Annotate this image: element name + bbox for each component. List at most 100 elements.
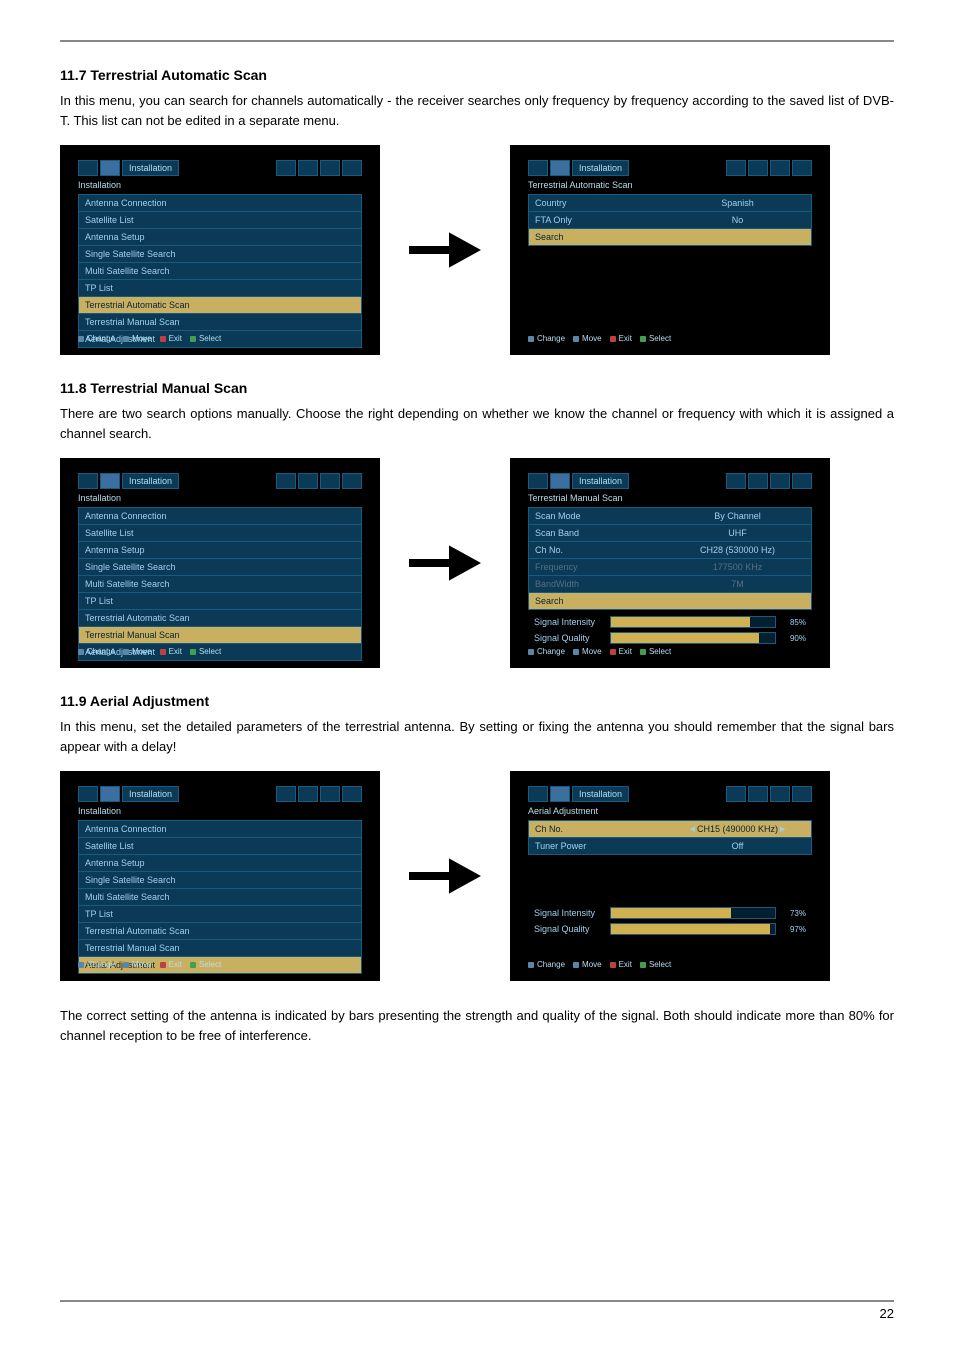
settings-list: Country Spanish FTA Only No Search	[528, 194, 812, 246]
tab-icon	[726, 160, 746, 176]
menu-item[interactable]: Multi Satellite Search	[79, 576, 361, 593]
tab-icon	[726, 786, 746, 802]
panel-header: Aerial Adjustment	[528, 804, 812, 818]
settings-list: Scan ModeBy Channel Scan BandUHF Ch No.C…	[528, 507, 812, 610]
tab-icon	[276, 473, 296, 489]
setting-row[interactable]: Scan ModeBy Channel	[529, 508, 811, 525]
tab-icon	[770, 160, 790, 176]
menu-item-selected[interactable]: Terrestrial Automatic Scan	[79, 297, 361, 314]
menu-item[interactable]: Terrestrial Manual Scan	[79, 314, 361, 331]
menu-item[interactable]: Antenna Connection	[79, 821, 361, 838]
tuner-power-row[interactable]: Tuner Power Off	[529, 838, 811, 854]
setting-row[interactable]: Ch No.CH28 (530000 Hz)	[529, 542, 811, 559]
tab-icon-selected	[100, 473, 120, 489]
tab-icon	[792, 160, 812, 176]
footer-hints: Change Move Exit Select	[528, 334, 812, 343]
paragraph-11-9-b: The correct setting of the antenna is in…	[60, 1006, 894, 1045]
menu-item[interactable]: Satellite List	[79, 212, 361, 229]
tab-icon	[320, 786, 340, 802]
menu-item[interactable]: Single Satellite Search	[79, 559, 361, 576]
window-title: Installation	[572, 473, 629, 489]
setting-row[interactable]: Scan BandUHF	[529, 525, 811, 542]
tab-icon	[298, 160, 318, 176]
menu-item[interactable]: Single Satellite Search	[79, 872, 361, 889]
footer-hints: Change Move Exit Select	[528, 647, 812, 656]
menu-list: Antenna Connection Satellite List Antenn…	[78, 820, 362, 974]
panel-header: Installation	[78, 804, 362, 818]
window-title: Installation	[122, 786, 179, 802]
tab-icon	[748, 160, 768, 176]
tab-icon	[78, 473, 98, 489]
settings-list: Ch No. ◀ CH15 (490000 KHz) ▶ Tuner Power…	[528, 820, 812, 855]
setting-row[interactable]: Country Spanish	[529, 195, 811, 212]
menu-item[interactable]: Terrestrial Automatic Scan	[79, 610, 361, 627]
arrow-right-icon	[400, 220, 490, 280]
menu-item-selected[interactable]: Terrestrial Manual Scan	[79, 627, 361, 644]
heading-11-8: 11.8 Terrestrial Manual Scan	[60, 380, 894, 396]
tab-icon-selected	[100, 160, 120, 176]
menu-item[interactable]: Multi Satellite Search	[79, 263, 361, 280]
screenshot-installation-auto: Installation Installation Antenna Connec…	[60, 145, 380, 355]
menu-item[interactable]: TP List	[79, 280, 361, 297]
tab-icon	[78, 786, 98, 802]
menu-item[interactable]: Antenna Setup	[79, 542, 361, 559]
screenshot-aerial-adjust: Installation Aerial Adjustment Ch No. ◀ …	[510, 771, 830, 981]
paragraph-11-7: In this menu, you can search for channel…	[60, 91, 894, 130]
heading-11-7: 11.7 Terrestrial Automatic Scan	[60, 67, 894, 83]
setting-row[interactable]: FTA Only No	[529, 212, 811, 229]
page-number: 22	[60, 1300, 894, 1321]
panel-header: Installation	[78, 491, 362, 505]
screenshot-installation-manual: Installation Installation Antenna Connec…	[60, 458, 380, 668]
channel-row[interactable]: Ch No. ◀ CH15 (490000 KHz) ▶	[529, 821, 811, 838]
tab-icon	[342, 473, 362, 489]
tab-icon	[748, 473, 768, 489]
menu-item[interactable]: Terrestrial Manual Scan	[79, 940, 361, 957]
footer-hints: Change Move Exit Select	[528, 960, 812, 969]
menu-item[interactable]: TP List	[79, 906, 361, 923]
tab-icon	[528, 786, 548, 802]
setting-row-disabled: BandWidth7M	[529, 576, 811, 593]
setting-row-disabled: Frequency177500 KHz	[529, 559, 811, 576]
menu-item[interactable]: Single Satellite Search	[79, 246, 361, 263]
screenshot-installation-aerial: Installation Installation Antenna Connec…	[60, 771, 380, 981]
tab-icon	[298, 786, 318, 802]
heading-11-9: 11.9 Aerial Adjustment	[60, 693, 894, 709]
tab-icon	[320, 473, 340, 489]
menu-item[interactable]: Antenna Connection	[79, 195, 361, 212]
signal-quality: Signal Quality 90%	[528, 630, 812, 646]
window-title: Installation	[122, 473, 179, 489]
menu-item[interactable]: Multi Satellite Search	[79, 889, 361, 906]
menu-item[interactable]: Antenna Setup	[79, 855, 361, 872]
tab-icon	[528, 473, 548, 489]
menu-item[interactable]: Satellite List	[79, 525, 361, 542]
search-row[interactable]: Search	[529, 593, 811, 609]
tab-icon-selected	[550, 160, 570, 176]
footer-hints: Change Move Exit Select	[78, 647, 362, 656]
footer-hints: Change Move Exit Select	[78, 960, 362, 969]
tab-icon	[78, 160, 98, 176]
screenshot-manual-scan: Installation Terrestrial Manual Scan Sca…	[510, 458, 830, 668]
tab-icon	[528, 160, 548, 176]
paragraph-11-9: In this menu, set the detailed parameter…	[60, 717, 894, 756]
signal-intensity: Signal Intensity 73%	[528, 905, 812, 921]
menu-item[interactable]: Antenna Setup	[79, 229, 361, 246]
tab-icon	[276, 786, 296, 802]
footer-hints: Change Move Exit Select	[78, 334, 362, 343]
panel-header: Installation	[78, 178, 362, 192]
tab-icon	[792, 786, 812, 802]
panel-header: Terrestrial Automatic Scan	[528, 178, 812, 192]
menu-list: Antenna Connection Satellite List Antenn…	[78, 507, 362, 661]
search-row[interactable]: Search	[529, 229, 811, 245]
menu-item[interactable]: Satellite List	[79, 838, 361, 855]
menu-item[interactable]: TP List	[79, 593, 361, 610]
chevron-right-icon[interactable]: ▶	[780, 825, 785, 833]
menu-item[interactable]: Terrestrial Automatic Scan	[79, 923, 361, 940]
window-title: Installation	[572, 160, 629, 176]
menu-item[interactable]: Antenna Connection	[79, 508, 361, 525]
tab-icon-selected	[550, 786, 570, 802]
figure-row-1: Installation Installation Antenna Connec…	[60, 145, 894, 355]
chevron-left-icon[interactable]: ◀	[690, 825, 695, 833]
figure-row-2: Installation Installation Antenna Connec…	[60, 458, 894, 668]
signal-intensity: Signal Intensity 85%	[528, 614, 812, 630]
window-title: Installation	[122, 160, 179, 176]
